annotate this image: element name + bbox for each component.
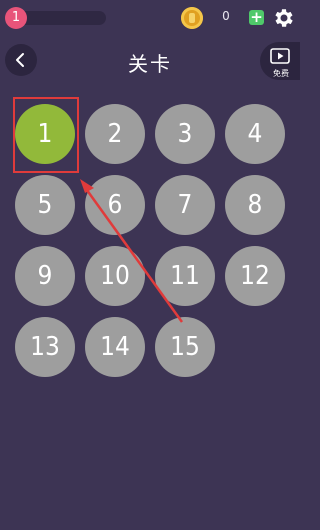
level-badge: 1 bbox=[5, 7, 27, 29]
annotation-arrow bbox=[80, 179, 184, 323]
level-grid: 1 2 3 4 5 6 7 8 9 10 11 12 13 14 15 bbox=[0, 0, 300, 530]
